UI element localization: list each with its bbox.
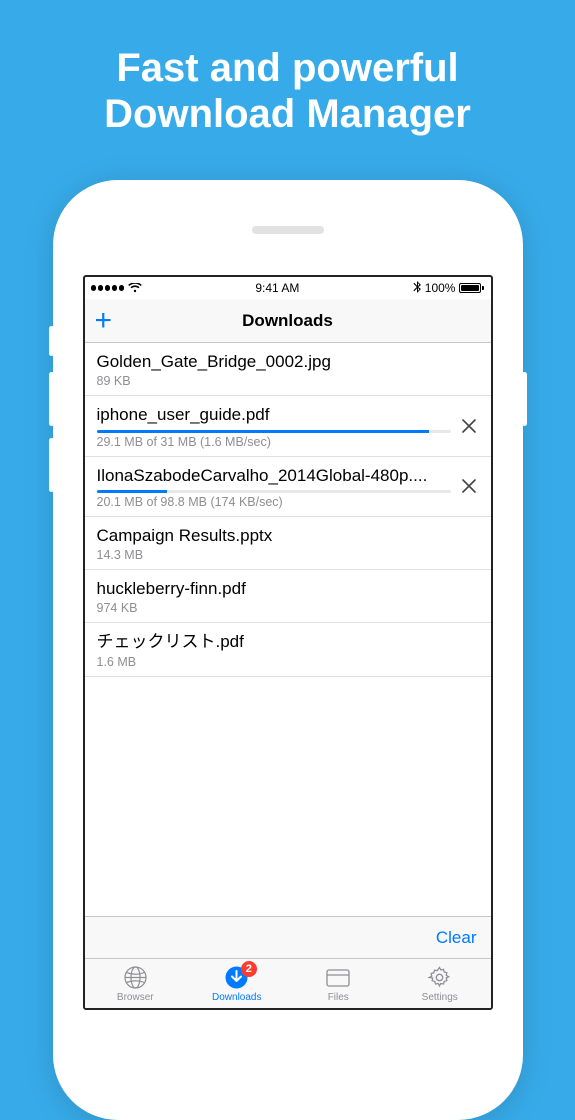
file-name: Golden_Gate_Bridge_0002.jpg [97,351,479,372]
file-name: Campaign Results.pptx [97,525,479,546]
phone-side-button [49,438,54,492]
downloads-list[interactable]: Golden_Gate_Bridge_0002.jpg 89 KB iphone_u… [85,343,491,916]
file-meta: 89 KB [97,374,479,388]
status-time: 9:41 AM [255,281,299,295]
phone-side-button [49,372,54,426]
tab-label: Settings [422,992,458,1003]
progress-bar [97,430,451,433]
nav-bar: + Downloads [85,299,491,343]
battery-percent: 100% [425,281,456,295]
file-meta: 974 KB [97,601,479,615]
screen: 9:41 AM 100% + Downloads Golden_Gate_Bri… [83,275,493,1010]
promo-headline: Fast and powerful Download Manager [0,0,575,137]
page-title: Downloads [85,311,491,331]
tab-label: Files [328,992,349,1003]
gear-icon [427,965,452,991]
tab-label: Downloads [212,992,261,1003]
phone-frame: 9:41 AM 100% + Downloads Golden_Gate_Bri… [53,180,523,1120]
file-meta: 1.6 MB [97,655,479,669]
badge: 2 [241,961,257,977]
file-meta: 20.1 MB of 98.8 MB (174 KB/sec) [97,495,451,509]
tab-bar: Browser 2 Downloads [85,958,491,1008]
file-meta: 29.1 MB of 31 MB (1.6 MB/sec) [97,435,451,449]
tab-label: Browser [117,992,154,1003]
file-name: iphone_user_guide.pdf [97,404,451,425]
file-meta: 14.3 MB [97,548,479,562]
tab-settings[interactable]: Settings [389,959,491,1008]
progress-bar [97,490,451,493]
download-row[interactable]: Campaign Results.pptx 14.3 MB [85,517,491,570]
download-row[interactable]: IlonaSzabodeCarvalho_2014Global-480p....… [85,457,491,517]
wifi-icon [128,283,142,293]
tab-browser[interactable]: Browser [85,959,187,1008]
phone-side-button [522,372,527,426]
signal-dots-icon [91,285,125,291]
file-name: IlonaSzabodeCarvalho_2014Global-480p.... [97,465,451,486]
file-name: チェックリスト.pdf [97,631,479,652]
clear-button[interactable]: Clear [436,928,477,948]
cancel-download-icon[interactable] [457,414,481,438]
download-row[interactable]: iphone_user_guide.pdf 29.1 MB of 31 MB (1… [85,396,491,456]
phone-speaker [252,226,324,234]
phone-side-button [49,326,54,356]
download-row[interactable]: Golden_Gate_Bridge_0002.jpg 89 KB [85,343,491,396]
folder-icon [325,965,351,991]
bluetooth-icon [413,281,421,296]
download-row[interactable]: huckleberry-finn.pdf 974 KB [85,570,491,623]
cancel-download-icon[interactable] [457,474,481,498]
file-name: huckleberry-finn.pdf [97,578,479,599]
toolbar: Clear [85,916,491,958]
tab-downloads[interactable]: 2 Downloads [186,959,288,1008]
tab-files[interactable]: Files [288,959,390,1008]
globe-icon [123,965,148,991]
download-row[interactable]: チェックリスト.pdf 1.6 MB [85,623,491,676]
battery-icon [459,283,484,293]
status-bar: 9:41 AM 100% [85,277,491,299]
